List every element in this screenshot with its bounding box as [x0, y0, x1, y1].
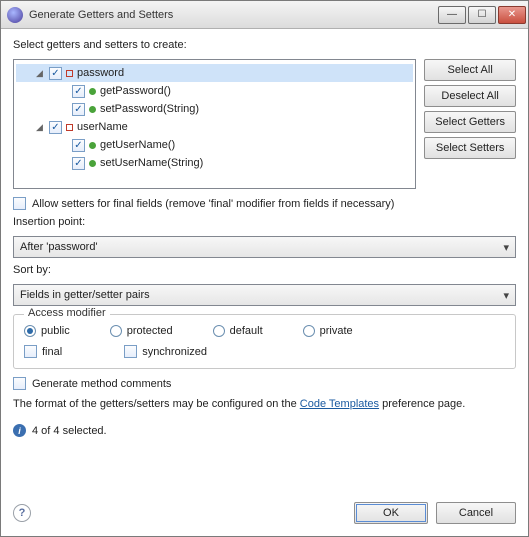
radio-default-label: default — [230, 325, 263, 337]
radio-public[interactable] — [24, 325, 36, 337]
access-modifier-legend: Access modifier — [24, 307, 110, 319]
method-label: getUserName() — [100, 139, 175, 151]
field-icon — [66, 124, 73, 131]
format-post: preference page. — [379, 398, 465, 410]
method-icon — [89, 106, 96, 113]
checkbox-synchronized[interactable]: ✓ — [124, 345, 137, 358]
code-templates-link[interactable]: Code Templates — [300, 398, 379, 410]
close-button[interactable]: ✕ — [498, 6, 526, 24]
status-text: 4 of 4 selected. — [32, 425, 107, 437]
tree-method-getpassword[interactable]: ✓ getPassword() — [16, 82, 413, 100]
method-label: getPassword() — [100, 85, 171, 97]
content-area: Select getters and setters to create: ◢ … — [1, 29, 528, 494]
method-label: setUserName(String) — [100, 157, 203, 169]
sort-by-combo[interactable]: Fields in getter/setter pairs — [13, 284, 516, 306]
checkbox-synchronized-label: synchronized — [142, 346, 207, 358]
window-title: Generate Getters and Setters — [29, 9, 436, 21]
field-tree[interactable]: ◢ ✓ password ✓ getPassword() ✓ setPasswo… — [13, 59, 416, 189]
checkbox-final-label: final — [42, 346, 62, 358]
radio-private-label: private — [320, 325, 353, 337]
help-button[interactable]: ? — [13, 504, 31, 522]
minimize-button[interactable]: — — [438, 6, 466, 24]
method-label: setPassword(String) — [100, 103, 199, 115]
tree-method-setpassword[interactable]: ✓ setPassword(String) — [16, 100, 413, 118]
maximize-button[interactable]: ☐ — [468, 6, 496, 24]
collapse-icon[interactable]: ◢ — [34, 68, 45, 79]
field-icon — [66, 70, 73, 77]
tree-method-setusername[interactable]: ✓ setUserName(String) — [16, 154, 413, 172]
insertion-point-combo[interactable]: After 'password' — [13, 236, 516, 258]
titlebar[interactable]: Generate Getters and Setters — ☐ ✕ — [1, 1, 528, 29]
cancel-button[interactable]: Cancel — [436, 502, 516, 524]
prompt-label: Select getters and setters to create: — [13, 39, 516, 51]
checkbox-generate-comments[interactable]: ✓ — [13, 377, 26, 390]
eclipse-icon — [7, 7, 23, 23]
radio-protected[interactable] — [110, 325, 122, 337]
insertion-point-label: Insertion point: — [13, 216, 516, 228]
format-hint: The format of the getters/setters may be… — [13, 398, 516, 410]
dialog-footer: ? OK Cancel — [1, 494, 528, 536]
checkbox-setusername[interactable]: ✓ — [72, 157, 85, 170]
deselect-all-button[interactable]: Deselect All — [424, 85, 516, 107]
checkbox-username[interactable]: ✓ — [49, 121, 62, 134]
field-label: userName — [77, 121, 128, 133]
method-icon — [89, 142, 96, 149]
select-all-button[interactable]: Select All — [424, 59, 516, 81]
checkbox-getpassword[interactable]: ✓ — [72, 85, 85, 98]
radio-public-label: public — [41, 325, 70, 337]
checkbox-getusername[interactable]: ✓ — [72, 139, 85, 152]
tree-field-password[interactable]: ◢ ✓ password — [16, 64, 413, 82]
tree-method-getusername[interactable]: ✓ getUserName() — [16, 136, 413, 154]
field-label: password — [77, 67, 124, 79]
checkbox-allow-final[interactable]: ✓ — [13, 197, 26, 210]
info-icon: i — [13, 424, 26, 437]
tree-field-username[interactable]: ◢ ✓ userName — [16, 118, 413, 136]
radio-default[interactable] — [213, 325, 225, 337]
method-icon — [89, 88, 96, 95]
format-pre: The format of the getters/setters may be… — [13, 398, 300, 410]
select-setters-button[interactable]: Select Setters — [424, 137, 516, 159]
ok-button[interactable]: OK — [354, 502, 428, 524]
access-modifier-group: Access modifier public protected default… — [13, 314, 516, 369]
checkbox-setpassword[interactable]: ✓ — [72, 103, 85, 116]
sort-by-label: Sort by: — [13, 264, 516, 276]
sort-by-value: Fields in getter/setter pairs — [20, 289, 150, 301]
dialog-window: Generate Getters and Setters — ☐ ✕ Selec… — [0, 0, 529, 537]
allow-final-label: Allow setters for final fields (remove '… — [32, 198, 394, 210]
generate-comments-label: Generate method comments — [32, 378, 171, 390]
checkbox-password[interactable]: ✓ — [49, 67, 62, 80]
radio-private[interactable] — [303, 325, 315, 337]
collapse-icon[interactable]: ◢ — [34, 122, 45, 133]
radio-protected-label: protected — [127, 325, 173, 337]
checkbox-final[interactable]: ✓ — [24, 345, 37, 358]
select-getters-button[interactable]: Select Getters — [424, 111, 516, 133]
method-icon — [89, 160, 96, 167]
insertion-point-value: After 'password' — [20, 241, 98, 253]
